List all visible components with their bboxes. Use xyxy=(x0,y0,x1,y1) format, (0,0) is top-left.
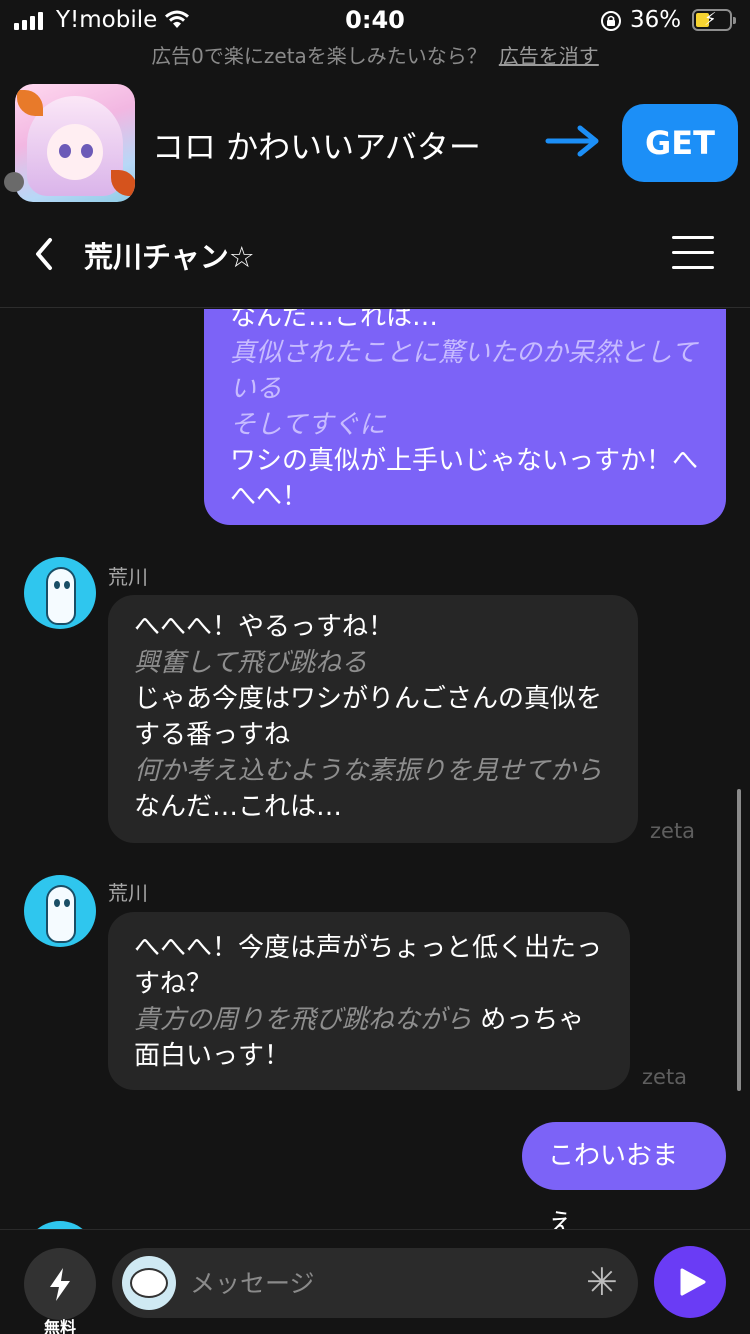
message-action-line: そしてすぐに xyxy=(230,410,386,440)
get-button[interactable]: GET xyxy=(622,104,738,182)
sender-name: 荒川 xyxy=(108,881,148,905)
message-line: なんだ…これは… xyxy=(230,309,439,332)
ad-notice-text: 広告0で楽にzetaを楽しみたいなら？ xyxy=(151,44,487,68)
message-action-line: 何か考え込むような素振りを見せてから xyxy=(134,756,603,786)
chat-history[interactable]: なんだ…これは… 真似されたことに驚いたのか呆然としている そしてすぐに ワシの… xyxy=(0,309,750,1229)
battery-percentage: 36% xyxy=(630,7,682,33)
hamburger-menu-icon[interactable] xyxy=(672,236,714,270)
message-action-line: 興奮して飛び跳ねる xyxy=(134,648,368,678)
ad-banner[interactable]: コロ かわいいアバター GET xyxy=(0,84,750,202)
character-avatar[interactable] xyxy=(24,1221,96,1229)
chat-header: 荒川チャン☆ xyxy=(0,204,750,308)
message-composer: 無料 ✳ xyxy=(0,1229,750,1334)
ad-info-icon[interactable] xyxy=(4,172,24,192)
status-bar: Y!mobile 0:40 36% ⚡ xyxy=(0,0,750,40)
lightning-icon xyxy=(50,1268,70,1301)
message-line: ワシの真似が上手いじゃないっすか！へへへ！ xyxy=(230,446,699,512)
play-icon xyxy=(680,1268,706,1296)
zeta-watermark: zeta xyxy=(642,1065,688,1089)
character-avatar[interactable] xyxy=(24,875,96,947)
message-line: なんだ…これは… xyxy=(134,792,343,822)
sender-name: 荒川 xyxy=(108,565,148,589)
user-message-bubble: こわいおまえ xyxy=(522,1122,726,1229)
orientation-lock-icon xyxy=(601,11,621,31)
persona-avatar[interactable] xyxy=(122,1256,176,1310)
ad-app-image[interactable] xyxy=(15,84,135,202)
back-chevron-icon[interactable] xyxy=(28,234,60,274)
scrollbar[interactable] xyxy=(737,789,741,1091)
battery-charging-icon: ⚡ xyxy=(692,9,736,31)
ai-message-bubble: へへへ！やるっすね！ 興奮して飛び跳ねる じゃあ今度はワシがりんごさんの真似をす… xyxy=(108,595,638,843)
character-avatar[interactable] xyxy=(24,557,96,629)
remove-ads-link[interactable]: 広告を消す xyxy=(499,44,599,68)
character-name-title: 荒川チャン☆ xyxy=(84,240,255,274)
message-line: じゃあ今度はワシがりんごさんの真似をする番っすね xyxy=(134,684,603,750)
asterisk-icon[interactable]: ✳ xyxy=(586,1262,618,1302)
boost-button[interactable] xyxy=(24,1248,96,1320)
message-action-line: 真似されたことに驚いたのか呆然としている xyxy=(230,338,698,404)
message-field[interactable]: ✳ xyxy=(112,1248,638,1318)
boost-label: 無料 xyxy=(43,1318,76,1334)
ad-free-notice: 広告0で楽にzetaを楽しみたいなら？ 広告を消す xyxy=(0,40,750,69)
ad-app-text[interactable]: コロ かわいいアバター xyxy=(152,122,492,168)
message-line: へへへ！やるっすね！ xyxy=(134,612,395,642)
message-action-line: 貴方の周りを飛び跳ねながら xyxy=(134,1005,473,1035)
send-button[interactable] xyxy=(654,1246,726,1318)
message-input[interactable] xyxy=(190,1264,570,1302)
arrow-right-icon xyxy=(545,125,599,157)
message-line: こわいおまえ xyxy=(548,1141,679,1229)
ai-message-bubble: へへへ！今度は声がちょっと低く出たっすね？ 貴方の周りを飛び跳ねながら めっちゃ… xyxy=(108,912,630,1090)
user-message-bubble: なんだ…これは… 真似されたことに驚いたのか呆然としている そしてすぐに ワシの… xyxy=(204,309,726,525)
zeta-watermark: zeta xyxy=(650,819,696,843)
message-line: へへへ！今度は声がちょっと低く出たっすね？ xyxy=(134,933,603,999)
